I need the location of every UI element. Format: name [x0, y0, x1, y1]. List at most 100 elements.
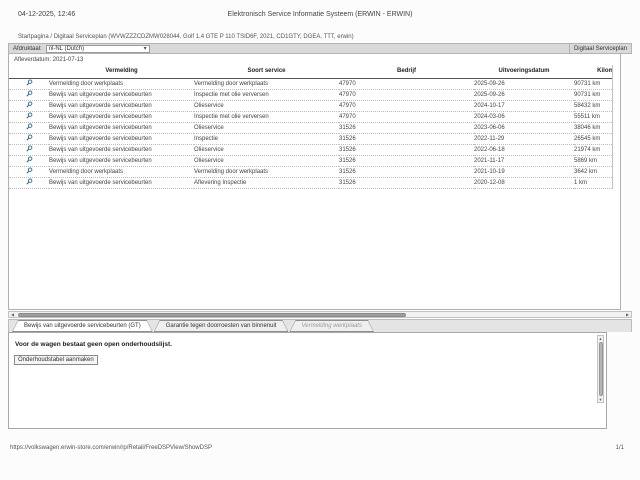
cell-bedrijf: 31526 — [339, 155, 474, 166]
table-row: Vermelding door werkplaats Vermelding do… — [9, 78, 613, 89]
vertical-scrollbar[interactable]: ▲ ▼ — [597, 335, 604, 403]
cell-bedrijf: 31526 — [339, 166, 474, 177]
no-open-maintenance-message: Voor de wagen bestaat geen open onderhou… — [9, 333, 606, 348]
column-header-bedrijf: Bedrijf — [339, 65, 474, 78]
cell-details — [9, 100, 49, 111]
cell-kilometerstand: 90731 km — [574, 89, 613, 100]
cell-kilometerstand: 58432 km — [574, 100, 613, 111]
tab-label: Vermelding werkplaats — [301, 323, 361, 329]
row-details-button[interactable] — [26, 101, 33, 108]
cell-bedrijf: 31526 — [339, 144, 474, 155]
cell-kilometerstand: 21974 km — [574, 144, 613, 155]
footer-page-number: 1/1 — [616, 445, 624, 451]
cell-kilometerstand: 55511 km — [574, 111, 613, 122]
cell-vermelding: Bewijs van uitgevoerde servicebeurten — [49, 100, 194, 111]
magnifier-icon — [26, 167, 33, 174]
maintenance-panel: Voor de wagen bestaat geen open onderhou… — [8, 332, 607, 429]
table-row: Bewijs van uitgevoerde servicebeurten Af… — [9, 177, 613, 188]
cell-bedrijf: 31526 — [339, 122, 474, 133]
cell-bedrijf: 47970 — [339, 111, 474, 122]
magnifier-icon — [26, 134, 33, 141]
delivery-date-value: 2021-07-13 — [53, 57, 84, 63]
cell-details — [9, 133, 49, 144]
cell-uitvoeringsdatum: 2021-11-17 — [474, 155, 574, 166]
print-language-label: Afdruktaal: — [13, 46, 42, 52]
create-maintenance-table-button[interactable]: Onderhoudstabel aanmaken — [14, 355, 98, 365]
cell-vermelding: Bewijs van uitgevoerde servicebeurten — [49, 133, 194, 144]
cell-details — [9, 111, 49, 122]
cell-uitvoeringsdatum: 2022-06-18 — [474, 144, 574, 155]
cell-uitvoeringsdatum: 2024-03-06 — [474, 111, 574, 122]
tab-garantie-doorroesten[interactable]: Garantie tegen doorroesten van binnenuit — [154, 320, 289, 332]
row-details-button[interactable] — [26, 167, 33, 174]
row-details-button[interactable] — [26, 178, 33, 185]
row-details-button[interactable] — [26, 134, 33, 141]
row-details-button[interactable] — [26, 79, 33, 86]
cell-soort-service: Aflevering Inspectie — [194, 177, 339, 188]
cell-bedrijf: 47970 — [339, 89, 474, 100]
cell-vermelding: Vermelding door werkplaats — [49, 166, 194, 177]
cell-soort-service: Inspectie — [194, 133, 339, 144]
row-details-button[interactable] — [26, 156, 33, 163]
tab-vermelding-werkplaats[interactable]: Vermelding werkplaats — [289, 320, 373, 332]
row-details-button[interactable] — [26, 123, 33, 130]
cell-bedrijf: 47970 — [339, 100, 474, 111]
column-header-kilometerstand: Kilometerstand — [574, 65, 613, 78]
cell-vermelding: Bewijs van uitgevoerde servicebeurten — [49, 89, 194, 100]
tab-bar: Bewijs van uitgevoerde servicebeurten (G… — [8, 319, 632, 332]
service-plan-panel: Afleverdatum: 2021-07-13 Vermelding Soor… — [8, 54, 621, 310]
magnifier-icon — [26, 90, 33, 97]
horizontal-scrollbar-thumb[interactable] — [18, 313, 406, 317]
cell-details — [9, 78, 49, 89]
cell-uitvoeringsdatum: 2023-06-06 — [474, 122, 574, 133]
cell-soort-service: Vermelding door werkplaats — [194, 78, 339, 89]
magnifier-icon — [26, 156, 33, 163]
cell-bedrijf: 31526 — [339, 177, 474, 188]
print-language-select[interactable]: nl-NL (Dutch) ▾ — [46, 45, 150, 53]
scroll-down-arrow-icon[interactable]: ▼ — [598, 397, 603, 402]
column-header-vermelding: Vermelding — [49, 65, 194, 78]
column-header-soort-service: Soort service — [194, 65, 339, 78]
table-row: Bewijs van uitgevoerde servicebeurten In… — [9, 133, 613, 144]
cell-vermelding: Bewijs van uitgevoerde servicebeurten — [49, 155, 194, 166]
cell-soort-service: Olieservice — [194, 122, 339, 133]
vertical-scrollbar-thumb[interactable] — [599, 342, 603, 396]
scroll-left-arrow-icon[interactable]: ◀ — [9, 312, 16, 317]
table-row: Bewijs van uitgevoerde servicebeurten In… — [9, 89, 613, 100]
magnifier-icon — [26, 101, 33, 108]
table-header-row: Vermelding Soort service Bedrijf Uitvoer… — [9, 65, 613, 78]
cell-uitvoeringsdatum: 2021-10-19 — [474, 166, 574, 177]
cell-soort-service: Olieservice — [194, 100, 339, 111]
column-header-icon — [9, 65, 49, 78]
row-details-button[interactable] — [26, 90, 33, 97]
chevron-down-icon: ▾ — [144, 46, 147, 52]
cell-soort-service: Inspectie met olie verversen — [194, 111, 339, 122]
scroll-up-arrow-icon[interactable]: ▲ — [598, 336, 603, 341]
cell-kilometerstand: 5869 km — [574, 155, 613, 166]
row-details-button[interactable] — [26, 145, 33, 152]
magnifier-icon — [26, 112, 33, 119]
page-title: Elektronisch Service Informatie Systeem … — [0, 11, 640, 18]
tab-label: Bewijs van uitgevoerde servicebeurten (G… — [24, 323, 141, 329]
cell-uitvoeringsdatum: 2024-10-17 — [474, 100, 574, 111]
row-details-button[interactable] — [26, 112, 33, 119]
table-row: Bewijs van uitgevoerde servicebeurten Ol… — [9, 144, 613, 155]
delivery-date: Afleverdatum: 2021-07-13 — [9, 54, 620, 65]
scroll-right-arrow-icon[interactable]: ▶ — [624, 312, 631, 317]
cell-details — [9, 177, 49, 188]
cell-vermelding: Bewijs van uitgevoerde servicebeurten — [49, 177, 194, 188]
service-table: Vermelding Soort service Bedrijf Uitvoer… — [9, 65, 613, 189]
cell-soort-service: Olieservice — [194, 144, 339, 155]
table-row: Bewijs van uitgevoerde servicebeurten Ol… — [9, 100, 613, 111]
magnifier-icon — [26, 79, 33, 86]
tab-bewijs-servicebeurten[interactable]: Bewijs van uitgevoerde servicebeurten (G… — [12, 320, 153, 332]
cell-soort-service: Inspectie met olie verversen — [194, 89, 339, 100]
cell-bedrijf: 31526 — [339, 133, 474, 144]
cell-soort-service: Olieservice — [194, 155, 339, 166]
cell-details — [9, 155, 49, 166]
cell-details — [9, 166, 49, 177]
horizontal-scrollbar[interactable]: ◀ ▶ — [8, 311, 632, 318]
footer-url: https://volkswagen.erwin-store.com/erwin… — [10, 445, 212, 451]
delivery-date-label: Afleverdatum: — [14, 57, 51, 63]
cell-kilometerstand: 1 km — [574, 177, 613, 188]
